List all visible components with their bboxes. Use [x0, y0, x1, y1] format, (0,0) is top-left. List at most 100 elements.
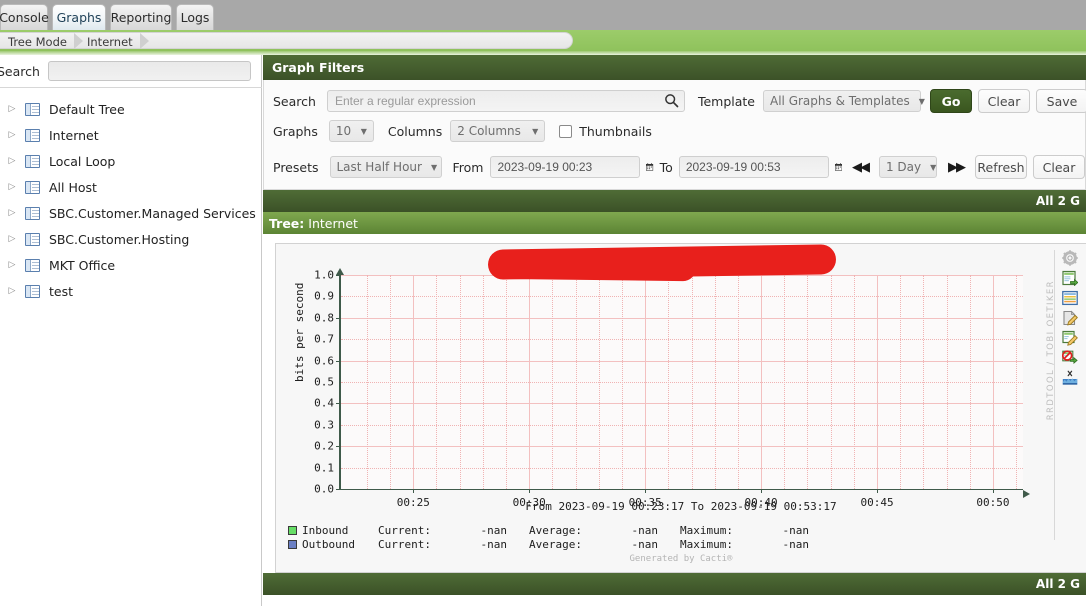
- gridline-v: [645, 275, 647, 489]
- search-label: Search: [273, 93, 316, 109]
- chevron-right-icon[interactable]: ▷: [4, 156, 20, 166]
- chevron-down-icon: ▼: [918, 96, 925, 106]
- gridline-v: [390, 275, 392, 489]
- graphs-count-select[interactable]: 10 ▼: [328, 120, 374, 142]
- columns-value: 2 Columns: [457, 124, 521, 138]
- graph-count-bar-top: All 2 G: [263, 190, 1086, 212]
- sidebar-search-input[interactable]: [47, 61, 251, 81]
- edit-graph-icon[interactable]: [1062, 310, 1078, 326]
- breadcrumb-item-internet-label: Internet: [87, 34, 133, 49]
- chevron-right-icon[interactable]: ▷: [4, 260, 20, 270]
- chevron-right-icon[interactable]: ▷: [4, 130, 20, 140]
- chevron-right-icon[interactable]: ▷: [4, 104, 20, 114]
- graph-image[interactable]: bits per second 0.0 0.1 0.2 0.3 0.4 0.5 …: [275, 243, 1086, 573]
- tree-list: ▷ Default Tree ▷ Internet ▷ Local Loop ▷…: [0, 96, 262, 304]
- shift-backward-button[interactable]: ◀◀: [848, 160, 872, 175]
- tab-console[interactable]: Console: [0, 4, 49, 30]
- y-tick-label: 0.6: [314, 354, 334, 368]
- from-date-input[interactable]: [490, 156, 641, 178]
- sidebar-item-mkt-office[interactable]: ▷ MKT Office: [0, 252, 262, 278]
- shift-forward-button[interactable]: ▶▶: [944, 160, 968, 175]
- tab-logs-label: Logs: [180, 10, 210, 25]
- y-axis-label: bits per second: [293, 282, 306, 382]
- save-button[interactable]: Save: [1036, 89, 1086, 113]
- search-field-wrapper: [326, 90, 685, 112]
- sidebar-search-label: Search: [0, 63, 40, 79]
- tree-header-prefix: Tree:: [269, 215, 305, 231]
- sidebar-item-local-loop[interactable]: ▷ Local Loop: [0, 148, 262, 174]
- tab-console-label: Console: [0, 10, 49, 25]
- graph-count-bar-bottom: All 2 G: [263, 573, 1086, 595]
- chevron-right-icon[interactable]: ▷: [4, 182, 20, 192]
- graphs-label: Graphs: [273, 123, 318, 139]
- breadcrumb-item-tree-mode[interactable]: Tree Mode: [0, 33, 83, 50]
- tree-node-icon: [25, 154, 40, 168]
- gridline-v: [714, 275, 716, 489]
- plot-area: 0.0 0.1 0.2 0.3 0.4 0.5 0.6 0.7 0.8 0.9 …: [314, 269, 1023, 509]
- sidebar-item-internet[interactable]: ▷ Internet: [0, 122, 262, 148]
- graph-tools: [1062, 250, 1078, 386]
- tab-logs[interactable]: Logs: [176, 4, 214, 30]
- sidebar-item-sbc-customer-managed-services[interactable]: ▷ SBC.Customer.Managed Services: [0, 200, 262, 226]
- clear-button[interactable]: Clear: [978, 89, 1030, 113]
- tab-reporting[interactable]: Reporting: [110, 4, 172, 30]
- export-csv-icon[interactable]: [1062, 270, 1078, 286]
- tree-node-icon: [25, 284, 40, 298]
- gridline-v: [761, 275, 763, 489]
- gridline-v: [668, 275, 670, 489]
- presets-label: Presets: [273, 159, 319, 175]
- properties-icon[interactable]: [1062, 290, 1078, 306]
- graph-filters-body: Search Template All Graphs & Templates ▼…: [263, 80, 1086, 190]
- thumbnails-label: Thumbnails: [579, 123, 652, 139]
- y-tick-label: 1.0: [314, 268, 334, 282]
- tree-node-icon: [25, 258, 40, 272]
- gridline-h: [341, 446, 1023, 448]
- calendar-to-icon[interactable]: [834, 160, 842, 174]
- sidebar-item-label: test: [49, 283, 74, 299]
- sidebar-item-sbc-customer-hosting[interactable]: ▷ SBC.Customer.Hosting: [0, 226, 262, 252]
- chevron-down-icon: ▼: [360, 126, 367, 136]
- clear-dates-button[interactable]: Clear: [1032, 155, 1085, 179]
- sidebar-item-test[interactable]: ▷ test: [0, 278, 262, 304]
- tab-graphs[interactable]: Graphs: [52, 4, 106, 30]
- legend-row-outbound: Outbound Current: -nan Average: -nan Max…: [288, 537, 831, 551]
- gear-icon[interactable]: [1062, 250, 1078, 266]
- breadcrumb-item-internet[interactable]: Internet: [79, 33, 149, 50]
- gridline-v: [436, 275, 438, 489]
- realtime-graph-icon[interactable]: [1062, 370, 1078, 386]
- chevron-down-icon: ▼: [930, 162, 937, 172]
- thumbnails-checkbox[interactable]: [559, 124, 573, 138]
- refresh-button[interactable]: Refresh: [974, 155, 1027, 179]
- chevron-right-icon[interactable]: ▷: [4, 234, 20, 244]
- sidebar-item-all-host[interactable]: ▷ All Host: [0, 174, 262, 200]
- chevron-right-icon[interactable]: ▷: [4, 286, 20, 296]
- to-label: To: [659, 159, 673, 175]
- tab-reporting-label: Reporting: [110, 10, 172, 25]
- legend-value-outbound-current: -nan: [480, 537, 508, 551]
- y-tick-mark: [336, 489, 341, 490]
- columns-select[interactable]: 2 Columns ▼: [450, 120, 546, 142]
- y-tick-label: 0.2: [314, 439, 334, 453]
- tree-node-icon: [25, 206, 40, 220]
- search-icon[interactable]: [664, 93, 679, 108]
- go-button[interactable]: Go: [930, 89, 972, 113]
- chevron-right-icon[interactable]: ▷: [4, 208, 20, 218]
- sidebar-item-default-tree[interactable]: ▷ Default Tree: [0, 96, 262, 122]
- sidebar-search-row: Search: [0, 55, 262, 88]
- search-input[interactable]: [326, 90, 685, 112]
- legend-label-outbound: Outbound: [302, 537, 355, 551]
- graph-area: bits per second 0.0 0.1 0.2 0.3 0.4 0.5 …: [263, 234, 1086, 573]
- gridline-v: [923, 275, 925, 489]
- to-date-input[interactable]: [678, 156, 829, 178]
- calendar-from-icon[interactable]: [646, 160, 654, 174]
- shift-amount-select[interactable]: 1 Day ▼: [878, 156, 937, 178]
- edit-graph-template-icon[interactable]: [1062, 330, 1078, 346]
- gridline-v: [366, 275, 368, 489]
- disable-debug-icon[interactable]: [1062, 350, 1078, 366]
- presets-select[interactable]: Last Half Hour ▼: [329, 156, 442, 178]
- y-tick-label: 0.3: [314, 418, 334, 432]
- template-select[interactable]: All Graphs & Templates ▼: [763, 90, 925, 112]
- x-tick-mark: [413, 489, 415, 493]
- legend-key-average: Average:: [529, 537, 582, 551]
- x-axis-arrow: [1023, 490, 1030, 498]
